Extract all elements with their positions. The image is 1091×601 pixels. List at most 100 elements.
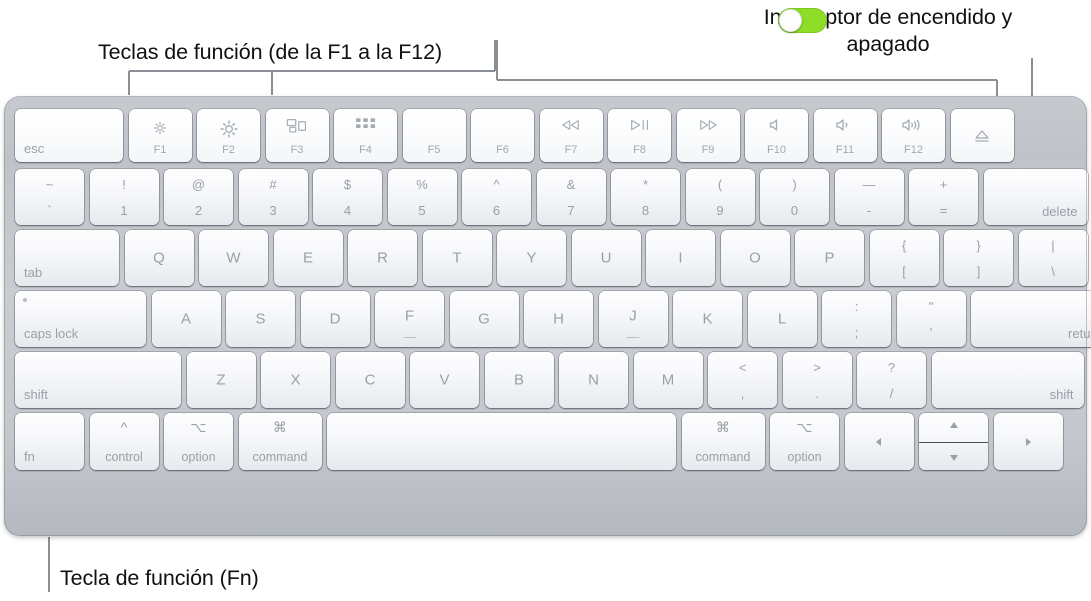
key-arrow-up-down[interactable]: [919, 413, 988, 470]
key-slash-label: /: [889, 386, 894, 401]
key-digit-9[interactable]: ( 9: [685, 169, 755, 225]
key-shift-left[interactable]: shift: [15, 352, 181, 408]
key-b[interactable]: B: [484, 352, 554, 408]
key-backslash[interactable]: | \: [1018, 230, 1088, 286]
key-slash-shift-label: ?: [887, 360, 896, 375]
key-j-label: J: [629, 307, 637, 325]
key-digit-0[interactable]: ) 0: [760, 169, 829, 225]
key-quote[interactable]: " ': [896, 291, 966, 347]
key-f9[interactable]: F9: [676, 109, 740, 162]
key-y[interactable]: Y: [497, 230, 566, 286]
key-m[interactable]: M: [633, 352, 703, 408]
key-power-eject[interactable]: [950, 109, 1014, 162]
key-f6[interactable]: F6: [471, 109, 534, 162]
key-m-label: M: [661, 371, 675, 389]
key-t[interactable]: T: [422, 230, 492, 286]
key-v[interactable]: V: [410, 352, 479, 408]
key-digit-0-label: 0: [790, 203, 799, 218]
key-digit-1[interactable]: ! 1: [89, 169, 159, 225]
key-caps-lock[interactable]: caps lock: [15, 291, 146, 347]
key-k[interactable]: K: [673, 291, 742, 347]
key-f11[interactable]: F11: [813, 109, 877, 162]
key-period[interactable]: > .: [782, 352, 852, 408]
rewind-icon: [540, 118, 603, 132]
key-bracket-left-shift-label: {: [901, 238, 907, 253]
key-x[interactable]: X: [261, 352, 330, 408]
key-e-label: E: [302, 249, 313, 267]
key-digit-8[interactable]: * 8: [611, 169, 680, 225]
key-bracket-right[interactable]: } ]: [944, 230, 1013, 286]
key-f[interactable]: F: [375, 291, 444, 347]
key-equal[interactable]: + =: [909, 169, 978, 225]
key-q[interactable]: Q: [124, 230, 194, 286]
key-option-left[interactable]: ⌥ option: [164, 413, 233, 470]
key-u[interactable]: U: [571, 230, 641, 286]
key-period-label: .: [815, 386, 819, 401]
key-p[interactable]: P: [795, 230, 864, 286]
volume-down-icon: [814, 118, 877, 132]
key-minus[interactable]: — -: [834, 169, 904, 225]
key-digit-8-shift-label: *: [642, 177, 649, 192]
key-a[interactable]: A: [151, 291, 221, 347]
key-command-left[interactable]: ⌘ command: [238, 413, 322, 470]
key-r[interactable]: R: [348, 230, 417, 286]
key-h[interactable]: H: [524, 291, 593, 347]
key-comma[interactable]: < ,: [708, 352, 777, 408]
key-digit-6-shift-label: ^: [493, 177, 500, 192]
key-digit-1-shift-label: !: [122, 177, 126, 192]
command-icon: ⌘: [716, 419, 730, 435]
key-command-right[interactable]: ⌘ command: [681, 413, 765, 470]
key-space[interactable]: [327, 413, 676, 470]
key-j-homing-bar: [626, 336, 640, 338]
key-w[interactable]: W: [199, 230, 268, 286]
key-c[interactable]: C: [335, 352, 405, 408]
key-semicolon[interactable]: : ;: [822, 291, 891, 347]
key-b-label: B: [513, 371, 524, 389]
key-fn[interactable]: fn: [15, 413, 84, 470]
key-f2[interactable]: F2: [197, 109, 260, 162]
key-f1-label: F1: [153, 144, 167, 156]
key-l[interactable]: L: [747, 291, 817, 347]
key-quote-shift-label: ": [928, 299, 934, 314]
key-backtick[interactable]: ~ `: [15, 169, 84, 225]
key-g[interactable]: G: [449, 291, 519, 347]
key-slash[interactable]: ? /: [857, 352, 926, 408]
key-f5[interactable]: F5: [402, 109, 466, 162]
key-f4[interactable]: F4: [334, 109, 397, 162]
key-tab[interactable]: tab: [15, 230, 119, 286]
key-shift-right[interactable]: shift: [931, 352, 1084, 408]
power-toggle-switch[interactable]: [778, 8, 827, 33]
callout-function-keys: Teclas de función (de la F1 a la F12): [98, 40, 443, 64]
key-f3[interactable]: F3: [265, 109, 329, 162]
key-f12[interactable]: F12: [882, 109, 945, 162]
key-bracket-left[interactable]: { [: [869, 230, 939, 286]
key-digit-4[interactable]: $ 4: [313, 169, 382, 225]
key-j[interactable]: J: [598, 291, 668, 347]
key-digit-7[interactable]: & 7: [536, 169, 606, 225]
key-digit-2[interactable]: @ 2: [164, 169, 233, 225]
key-d[interactable]: D: [300, 291, 370, 347]
key-esc[interactable]: esc: [15, 109, 123, 162]
key-e[interactable]: E: [273, 230, 343, 286]
key-f8[interactable]: F8: [608, 109, 671, 162]
key-s[interactable]: S: [226, 291, 295, 347]
key-f10[interactable]: F10: [745, 109, 808, 162]
key-control-left[interactable]: ^ control: [89, 413, 159, 470]
key-return[interactable]: return: [971, 291, 1091, 347]
key-esc-label: esc: [24, 141, 45, 156]
key-delete[interactable]: delete: [983, 169, 1088, 225]
key-f3-label: F3: [290, 144, 304, 156]
key-i[interactable]: I: [646, 230, 715, 286]
key-arrow-right[interactable]: [993, 413, 1063, 470]
key-digit-3[interactable]: # 3: [238, 169, 308, 225]
key-o[interactable]: O: [720, 230, 790, 286]
key-arrow-left[interactable]: [844, 413, 914, 470]
key-f1[interactable]: F1: [128, 109, 192, 162]
key-digit-5[interactable]: % 5: [387, 169, 457, 225]
key-n[interactable]: N: [559, 352, 628, 408]
key-digit-6[interactable]: ^ 6: [462, 169, 531, 225]
key-option-right[interactable]: ⌥ option: [770, 413, 839, 470]
key-z[interactable]: Z: [186, 352, 256, 408]
key-command-left-label: command: [252, 450, 308, 464]
key-f7[interactable]: F7: [539, 109, 603, 162]
